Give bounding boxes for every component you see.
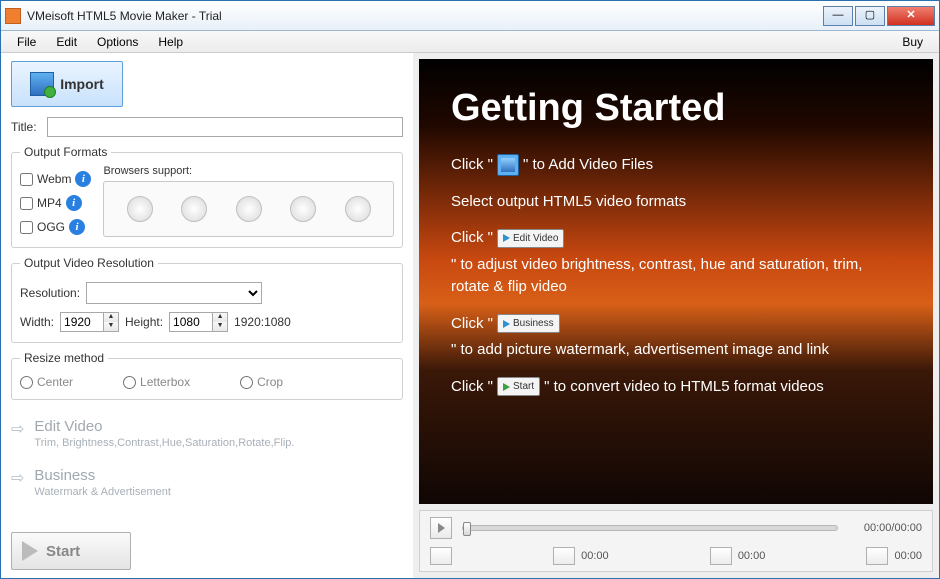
- menu-help[interactable]: Help: [148, 33, 193, 51]
- preview-area: Getting Started Click " " to Add Video F…: [419, 59, 933, 504]
- preview-text: " to adjust video brightness, contrast, …: [451, 254, 901, 299]
- app-window: VMeisoft HTML5 Movie Maker - Trial — ▢ ✕…: [0, 0, 940, 579]
- menu-edit[interactable]: Edit: [46, 33, 87, 51]
- chip-edit-video: Edit Video: [497, 229, 564, 248]
- import-button[interactable]: Import: [11, 61, 123, 107]
- preview-text: " to convert video to HTML5 format video…: [544, 376, 824, 399]
- output-formats-group: Output Formats Webmi MP4i OGGi Browsers …: [11, 145, 403, 248]
- snapshot-button[interactable]: [430, 547, 452, 565]
- browser-firefox-icon: [181, 196, 207, 222]
- preview-text: " to Add Video Files: [523, 154, 653, 177]
- resize-crop-radio[interactable]: [240, 376, 253, 389]
- titlebar: VMeisoft HTML5 Movie Maker - Trial — ▢ ✕: [1, 1, 939, 31]
- preview-heading: Getting Started: [451, 87, 901, 130]
- output-resolution-legend: Output Video Resolution: [20, 256, 158, 270]
- title-label: Title:: [11, 120, 41, 134]
- height-stepper[interactable]: ▲▼: [213, 312, 228, 332]
- minimize-button[interactable]: —: [823, 6, 853, 26]
- menu-file[interactable]: File: [7, 33, 46, 51]
- mp4-label: MP4: [37, 196, 62, 210]
- preview-text: Click ": [451, 313, 493, 336]
- resize-letterbox-label: Letterbox: [140, 375, 190, 389]
- business-section[interactable]: ⇨ Business Watermark & Advertisement: [11, 467, 403, 498]
- resize-center-label: Center: [37, 375, 73, 389]
- ogg-checkbox[interactable]: [20, 221, 33, 234]
- chip-start: Start: [497, 377, 540, 396]
- business-desc: Watermark & Advertisement: [34, 486, 171, 498]
- start-button[interactable]: Start: [11, 532, 131, 570]
- chip-business: Business: [497, 314, 560, 333]
- webm-checkbox[interactable]: [20, 173, 33, 186]
- chip-import-icon: [497, 154, 519, 176]
- info-icon[interactable]: i: [75, 171, 91, 187]
- preview-text: Click ": [451, 154, 493, 177]
- app-icon: [5, 8, 21, 24]
- close-button[interactable]: ✕: [887, 6, 935, 26]
- business-title: Business: [34, 467, 171, 484]
- title-input[interactable]: [47, 117, 403, 137]
- output-formats-legend: Output Formats: [20, 145, 111, 159]
- mp4-checkbox[interactable]: [20, 197, 33, 210]
- preview-text: Click ": [451, 376, 493, 399]
- edit-video-section[interactable]: ⇨ Edit Video Trim, Brightness,Contrast,H…: [11, 418, 403, 449]
- start-label: Start: [46, 543, 80, 560]
- import-icon: [30, 72, 54, 96]
- browsers-support-box: [103, 181, 394, 237]
- mark-in-button[interactable]: [553, 547, 575, 565]
- edit-video-desc: Trim, Brightness,Contrast,Hue,Saturation…: [34, 437, 294, 449]
- mark-in-time: 00:00: [581, 550, 609, 562]
- resize-center-radio[interactable]: [20, 376, 33, 389]
- resize-crop-label: Crop: [257, 375, 283, 389]
- info-icon[interactable]: i: [69, 219, 85, 235]
- preview-text: " to add picture watermark, advertisemen…: [451, 339, 829, 362]
- resolution-display: 1920:1080: [234, 315, 291, 329]
- resolution-label: Resolution:: [20, 286, 80, 300]
- maximize-button[interactable]: ▢: [855, 6, 885, 26]
- arrow-right-icon: ⇨: [11, 419, 24, 439]
- width-input[interactable]: [60, 312, 104, 332]
- window-title: VMeisoft HTML5 Movie Maker - Trial: [27, 9, 823, 23]
- play-icon: [438, 523, 445, 533]
- player-controls: 00:00/00:00 00:00 00:00 00:00: [419, 510, 933, 572]
- arrow-right-icon: ⇨: [11, 468, 24, 488]
- height-input[interactable]: [169, 312, 213, 332]
- info-icon[interactable]: i: [66, 195, 82, 211]
- seek-slider[interactable]: [462, 525, 838, 531]
- menubar: File Edit Options Help Buy: [1, 31, 939, 53]
- height-label: Height:: [125, 315, 163, 329]
- mark-out-button[interactable]: [866, 547, 888, 565]
- play-button[interactable]: [430, 517, 452, 539]
- mark-out-time: 00:00: [894, 550, 922, 562]
- preview-panel: Getting Started Click " " to Add Video F…: [413, 53, 939, 578]
- browser-ie-icon: [127, 196, 153, 222]
- preview-text: Click ": [451, 227, 493, 250]
- ogg-label: OGG: [37, 220, 65, 234]
- preview-text: Select output HTML5 video formats: [451, 191, 686, 214]
- browser-chrome-icon: [290, 196, 316, 222]
- edit-video-title: Edit Video: [34, 418, 294, 435]
- resize-method-legend: Resize method: [20, 351, 108, 365]
- webm-label: Webm: [37, 172, 71, 186]
- slider-thumb[interactable]: [463, 522, 471, 536]
- browser-safari-icon: [236, 196, 262, 222]
- mark-mid-time: 00:00: [738, 550, 766, 562]
- width-stepper[interactable]: ▲▼: [104, 312, 119, 332]
- resize-letterbox-radio[interactable]: [123, 376, 136, 389]
- settings-panel: Import Title: Output Formats Webmi MP4i …: [1, 53, 413, 578]
- menu-buy[interactable]: Buy: [892, 33, 933, 51]
- import-label: Import: [60, 76, 104, 92]
- browsers-support-label: Browsers support:: [103, 165, 394, 177]
- menu-options[interactable]: Options: [87, 33, 148, 51]
- play-icon: [22, 541, 38, 561]
- browser-opera-icon: [345, 196, 371, 222]
- timecode: 00:00/00:00: [848, 522, 922, 534]
- width-label: Width:: [20, 315, 54, 329]
- resolution-select[interactable]: [86, 282, 262, 304]
- resize-method-group: Resize method Center Letterbox Crop: [11, 351, 403, 400]
- mark-mid-button[interactable]: [710, 547, 732, 565]
- output-resolution-group: Output Video Resolution Resolution: Widt…: [11, 256, 403, 343]
